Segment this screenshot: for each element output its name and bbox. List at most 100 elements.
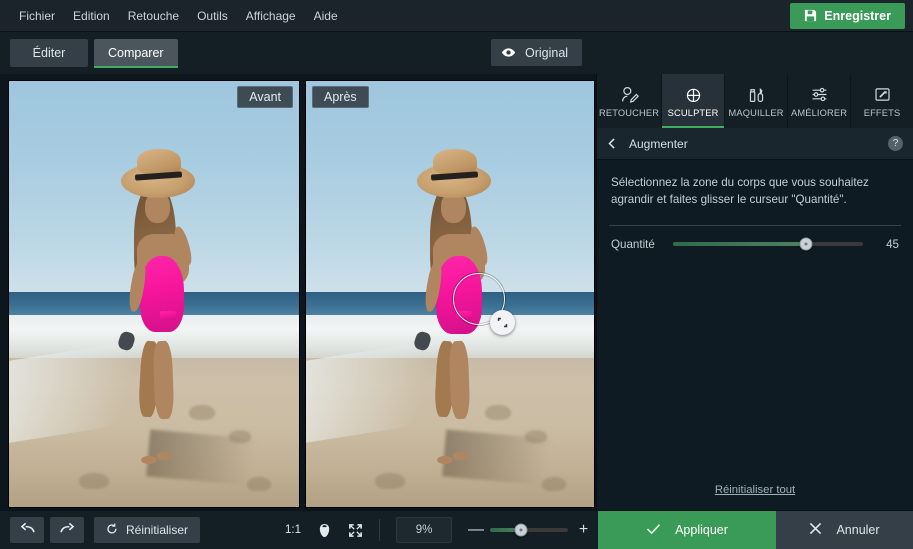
zoom-out-button[interactable]: — — [468, 522, 484, 538]
bottom-left-group: Réinitialiser — [0, 517, 201, 543]
original-toggle-label: Original — [525, 45, 569, 60]
before-label: Avant — [237, 86, 293, 108]
quantity-slider-thumb[interactable] — [799, 237, 813, 251]
mode-tab-group: Éditer Comparer — [10, 39, 178, 68]
before-pane[interactable]: Avant — [8, 80, 300, 508]
footprint — [246, 477, 271, 492]
checkmark-icon — [646, 523, 661, 538]
sculpt-target-icon — [684, 85, 703, 104]
chevron-left-icon[interactable] — [607, 137, 617, 150]
zoom-level-display[interactable]: 9% — [396, 517, 452, 543]
brush-resize-handle[interactable] — [489, 309, 515, 335]
tab-effets-label: EFFETS — [863, 107, 901, 118]
tab-editer[interactable]: Éditer — [10, 39, 88, 67]
panel-spacer — [597, 251, 913, 480]
left-foot — [437, 455, 454, 464]
panel-title: Augmenter — [629, 136, 688, 151]
tab-ameliorer-label: AMÉLIORER — [790, 107, 848, 118]
quantity-slider-track[interactable] — [673, 237, 863, 251]
zoom-slider-thumb[interactable] — [514, 523, 528, 537]
footprint — [524, 430, 547, 444]
quantity-slider-value: 45 — [886, 237, 899, 251]
tab-sculpter-label: SCULPTER — [667, 107, 719, 118]
quantity-slider-fill — [673, 242, 806, 247]
toolbar-separator — [379, 519, 380, 541]
zoom-ratio-1-1[interactable]: 1:1 — [285, 524, 301, 536]
reset-all-link[interactable]: Réinitialiser tout — [715, 484, 795, 496]
right-panel-tab-bar: RETOUCHER SCULPTER MAQUILLER AMÉLIORER E… — [597, 74, 913, 128]
menu-item-fichier[interactable]: Fichier — [10, 5, 64, 27]
after-pane[interactable]: Après — [305, 80, 595, 508]
before-photo — [9, 81, 299, 507]
mode-toolbar: Éditer Comparer Original — [0, 32, 913, 74]
save-button-label: Enregistrer — [824, 8, 891, 23]
reset-button-label: Réinitialiser — [126, 523, 189, 537]
quantity-slider-label: Quantité — [611, 237, 655, 251]
question-mark-icon[interactable]: ? — [888, 136, 903, 151]
zoom-controls: — + — [468, 522, 590, 538]
expand-fullscreen-icon[interactable] — [348, 523, 363, 538]
resize-handle-icon — [497, 317, 508, 327]
tab-retoucher[interactable]: RETOUCHER — [597, 74, 663, 128]
zoom-in-button[interactable]: + — [577, 522, 590, 538]
quantity-slider-row: Quantité 45 — [597, 226, 913, 251]
sliders-icon — [810, 85, 829, 104]
swimsuit — [139, 255, 184, 332]
reset-all-wrapper: Réinitialiser tout — [597, 480, 913, 510]
menu-bar: Fichier Edition Retouche Outils Affichag… — [0, 0, 913, 32]
zoom-slider-track[interactable] — [490, 523, 568, 537]
face-retouch-icon — [620, 85, 639, 104]
cancel-button[interactable]: Annuler — [776, 511, 913, 549]
tab-comparer[interactable]: Comparer — [94, 39, 178, 68]
right-foot — [452, 451, 468, 460]
footprint — [375, 472, 406, 489]
photo-editor-window: Fichier Edition Retouche Outils Affichag… — [0, 0, 913, 549]
menu-item-aide[interactable]: Aide — [305, 5, 347, 27]
tab-comparer-label: Comparer — [108, 46, 164, 60]
footprint — [188, 404, 215, 420]
original-toggle-button[interactable]: Original — [491, 39, 583, 66]
swimsuit-strap — [159, 311, 176, 321]
after-photo — [306, 81, 594, 507]
apply-button[interactable]: Appliquer — [598, 511, 776, 549]
redo-arrow-icon — [59, 522, 76, 538]
right-foot — [156, 451, 172, 460]
save-button[interactable]: Enregistrer — [790, 2, 905, 29]
redo-button[interactable] — [50, 517, 84, 543]
bottom-toolbar: Réinitialiser 1:1 9% — + Appliquer Annul… — [0, 510, 913, 549]
right-panel: RETOUCHER SCULPTER MAQUILLER AMÉLIORER E… — [596, 74, 913, 510]
eye-icon — [501, 47, 516, 58]
menu-item-affichage[interactable]: Affichage — [237, 5, 305, 27]
footprint — [229, 430, 252, 444]
brush-cursor[interactable] — [452, 272, 515, 335]
tab-sculpter[interactable]: SCULPTER — [662, 74, 726, 128]
tab-effets[interactable]: EFFETS — [851, 74, 913, 128]
footprint — [78, 472, 109, 489]
footprint — [484, 404, 511, 420]
effects-magic-icon — [873, 85, 892, 104]
undo-button[interactable] — [10, 517, 44, 543]
face-fit-icon[interactable] — [317, 523, 332, 538]
bottom-view-controls: 1:1 9% — + — [285, 517, 598, 543]
panel-header: Augmenter ? — [597, 128, 913, 160]
compare-panes: Avant Après — [8, 80, 596, 508]
tab-ameliorer[interactable]: AMÉLIORER — [788, 74, 852, 128]
menu-item-retouche[interactable]: Retouche — [119, 5, 188, 27]
reset-button[interactable]: Réinitialiser — [94, 517, 201, 543]
tab-maquiller-label: MAQUILLER — [728, 107, 784, 118]
floppy-disk-icon — [804, 9, 817, 22]
tab-maquiller[interactable]: MAQUILLER — [725, 74, 789, 128]
tab-retoucher-label: RETOUCHER — [599, 107, 660, 118]
apply-button-label: Appliquer — [675, 523, 728, 537]
bottom-action-group: Appliquer Annuler — [598, 511, 913, 549]
menu-item-edition[interactable]: Edition — [64, 5, 119, 27]
left-foot — [140, 455, 157, 464]
tab-editer-label: Éditer — [32, 46, 66, 60]
cancel-button-label: Annuler — [836, 523, 880, 537]
menu-item-outils[interactable]: Outils — [188, 5, 237, 27]
undo-arrow-icon — [19, 522, 36, 538]
after-label: Après — [312, 86, 369, 108]
close-x-icon — [809, 522, 822, 538]
editor-body: Avant Après RETOUCHER SCULPTER MAQUILLER… — [0, 74, 913, 510]
makeup-icon — [747, 85, 766, 104]
